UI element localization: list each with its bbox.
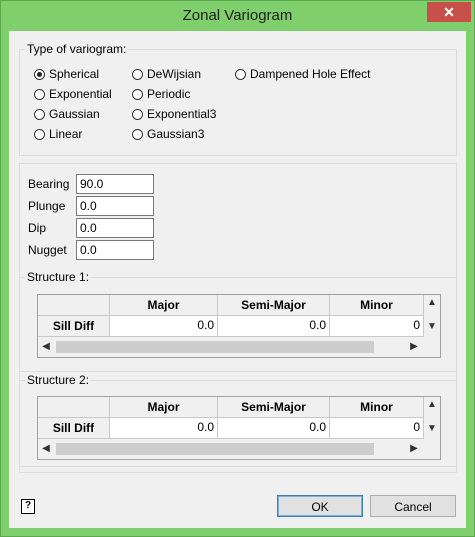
radio-label: Dampened Hole Effect	[250, 67, 371, 81]
title-bar[interactable]: Zonal Variogram ✕	[1, 1, 474, 31]
radio-label: Spherical	[49, 67, 100, 81]
close-button[interactable]: ✕	[427, 2, 471, 22]
radio-label: Linear	[49, 127, 83, 141]
radio-indicator[interactable]	[34, 88, 45, 100]
scroll-left-icon[interactable]: ◀	[38, 341, 54, 352]
dialog-client-area: Type of variogram: Spherical Exponential…	[9, 31, 466, 528]
radio-indicator[interactable]	[34, 128, 45, 140]
variogram-type-label: Type of variogram:	[25, 42, 129, 56]
cancel-button[interactable]: Cancel	[370, 495, 456, 517]
column-header-major[interactable]: Major	[110, 397, 218, 418]
dip-input[interactable]: 0.0	[76, 218, 154, 238]
row-header-sill-diff: Sill Diff	[38, 316, 110, 337]
scrollbar-thumb[interactable]	[56, 341, 374, 353]
radio-periodic[interactable]: Periodic	[132, 86, 190, 102]
column-header-minor[interactable]: Minor	[330, 295, 424, 316]
sill-diff-minor-cell[interactable]: 0	[330, 316, 424, 337]
horizontal-scrollbar[interactable]: ◀ ▶	[38, 339, 424, 355]
structure2-grid: Major Semi-Major Minor Sill Diff 0.0 0.0…	[37, 396, 441, 460]
column-header-minor[interactable]: Minor	[330, 397, 424, 418]
scrollbar-thumb[interactable]	[56, 443, 374, 455]
radio-indicator[interactable]	[34, 108, 45, 120]
sill-diff-major-cell[interactable]: 0.0	[110, 418, 218, 439]
ok-button[interactable]: OK	[277, 495, 363, 517]
radio-spherical[interactable]: Spherical	[34, 66, 99, 82]
radio-label: Exponential3	[147, 107, 217, 121]
bearing-input[interactable]: 90.0	[76, 174, 154, 194]
sill-diff-minor-cell[interactable]: 0	[330, 418, 424, 439]
scroll-right-icon[interactable]: ▶	[406, 341, 422, 352]
radio-label: Periodic	[147, 87, 191, 101]
grid-corner-cell	[38, 295, 110, 316]
column-header-semi-major[interactable]: Semi-Major	[218, 397, 330, 418]
dialog-window: Zonal Variogram ✕ Type of variogram: Sph…	[0, 0, 475, 537]
column-header-major[interactable]: Major	[110, 295, 218, 316]
radio-exponential[interactable]: Exponential	[34, 86, 112, 102]
dip-label: Dip	[28, 221, 47, 235]
radio-gaussian[interactable]: Gaussian	[34, 106, 100, 122]
radio-gaussian3[interactable]: Gaussian3	[132, 126, 204, 142]
horizontal-scrollbar[interactable]: ◀ ▶	[38, 441, 424, 457]
radio-dewijsian[interactable]: DeWijsian	[132, 66, 201, 82]
scroll-up-icon[interactable]: ▲	[424, 297, 440, 308]
bearing-label: Bearing	[28, 177, 70, 191]
column-header-semi-major[interactable]: Semi-Major	[218, 295, 330, 316]
radio-label: DeWijsian	[147, 67, 202, 81]
radio-label: Gaussian	[49, 107, 100, 121]
scroll-down-icon[interactable]: ▼	[424, 321, 440, 332]
plunge-input[interactable]: 0.0	[76, 196, 154, 216]
radio-indicator[interactable]	[132, 68, 143, 80]
radio-indicator[interactable]	[132, 88, 143, 100]
radio-label: Exponential	[49, 87, 112, 101]
row-header-sill-diff: Sill Diff	[38, 418, 110, 439]
sill-diff-semi-major-cell[interactable]: 0.0	[218, 418, 330, 439]
radio-indicator[interactable]	[132, 108, 143, 120]
structure1-label: Structure 1:	[25, 270, 92, 284]
scroll-right-icon[interactable]: ▶	[406, 443, 422, 454]
scroll-left-icon[interactable]: ◀	[38, 443, 54, 454]
vertical-scrollbar[interactable]: ▲ ▼	[424, 295, 440, 339]
plunge-label: Plunge	[28, 199, 66, 213]
radio-indicator[interactable]	[132, 128, 143, 140]
grid-corner-cell	[38, 397, 110, 418]
radio-linear[interactable]: Linear	[34, 126, 82, 142]
radio-indicator[interactable]	[34, 68, 45, 80]
nugget-input[interactable]: 0.0	[76, 240, 154, 260]
radio-exponential3[interactable]: Exponential3	[132, 106, 216, 122]
scroll-down-icon[interactable]: ▼	[424, 423, 440, 434]
scroll-up-icon[interactable]: ▲	[424, 399, 440, 410]
radio-dampened-hole-effect[interactable]: Dampened Hole Effect	[235, 66, 371, 82]
radio-indicator[interactable]	[235, 68, 246, 80]
help-icon[interactable]: ?	[21, 499, 35, 514]
structure1-grid: Major Semi-Major Minor Sill Diff 0.0 0.0…	[37, 294, 441, 358]
window-title: Zonal Variogram	[182, 7, 293, 24]
vertical-scrollbar[interactable]: ▲ ▼	[424, 397, 440, 441]
sill-diff-major-cell[interactable]: 0.0	[110, 316, 218, 337]
radio-label: Gaussian3	[147, 127, 205, 141]
nugget-label: Nugget	[28, 243, 67, 257]
structure2-label: Structure 2:	[25, 373, 92, 387]
sill-diff-semi-major-cell[interactable]: 0.0	[218, 316, 330, 337]
